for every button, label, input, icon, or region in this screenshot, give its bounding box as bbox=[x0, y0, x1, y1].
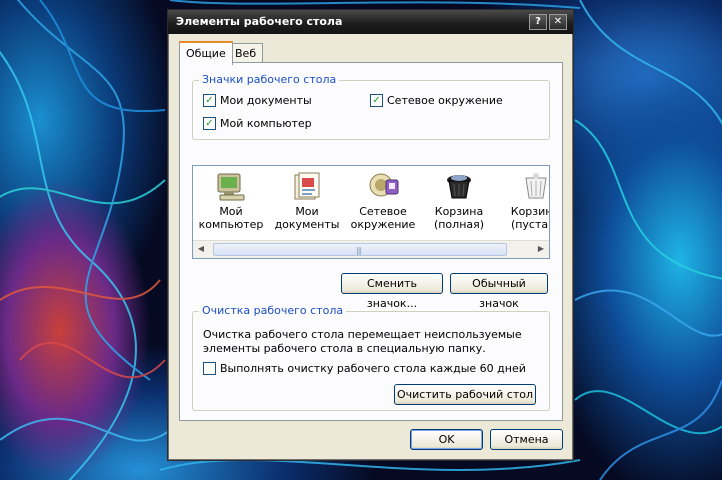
list-item-network[interactable]: Сетевое окружение bbox=[347, 170, 419, 231]
ok-button[interactable]: OK bbox=[410, 429, 483, 450]
desktop-icon-list[interactable]: Мой компьютер Мои документы Сетевое окру… bbox=[192, 165, 550, 259]
cancel-button[interactable]: Отмена bbox=[490, 429, 563, 450]
checkbox-network[interactable]: ✓ Сетевое окружение bbox=[370, 94, 503, 107]
checkbox-cleanup-label: Выполнять очистку рабочего стола каждые … bbox=[220, 362, 526, 375]
checkbox-my-documents-label: Мои документы bbox=[220, 94, 312, 107]
checkbox-my-computer-label: Мой компьютер bbox=[220, 117, 312, 130]
network-icon bbox=[369, 173, 399, 197]
close-button[interactable]: ✕ bbox=[549, 14, 567, 30]
checkbox-my-computer[interactable]: ✓ Мой компьютер bbox=[203, 117, 312, 130]
list-item-network-line2: окружение bbox=[350, 218, 416, 231]
list-item-recycle-bin-full-line2: (полная) bbox=[433, 218, 485, 231]
list-item-recycle-bin-empty-line2: (пустая) bbox=[510, 218, 549, 231]
desktop-cleanup-legend: Очистка рабочего стола bbox=[199, 304, 347, 317]
checkbox-cleanup-box[interactable]: ✓ bbox=[203, 362, 216, 375]
list-item-my-computer-line1: Мой bbox=[219, 205, 243, 218]
list-item-my-documents-line1: Мои bbox=[295, 205, 319, 218]
desktop-cleanup-group: Очистка рабочего стола Очистка рабочего … bbox=[192, 304, 550, 411]
scrollbar-grip-icon: ||| bbox=[356, 246, 362, 255]
desktop-icons-legend: Значки рабочего стола bbox=[199, 73, 340, 86]
horizontal-scrollbar[interactable]: ◀ ||| ▶ bbox=[193, 240, 549, 258]
tab-web[interactable]: Веб bbox=[228, 43, 264, 63]
checkbox-network-box[interactable]: ✓ bbox=[370, 94, 383, 107]
list-item-recycle-bin-empty[interactable]: Корзина (пустая) bbox=[499, 170, 549, 231]
tab-panel-general: Значки рабочего стола ✓ Мои документы ✓ … bbox=[179, 62, 563, 421]
my-documents-icon bbox=[294, 172, 320, 200]
desktop-icons-group: Значки рабочего стола ✓ Мои документы ✓ … bbox=[192, 73, 550, 140]
list-item-my-computer[interactable]: Мой компьютер bbox=[195, 170, 267, 231]
my-computer-icon bbox=[217, 173, 245, 201]
list-item-my-computer-line2: компьютер bbox=[198, 218, 264, 231]
list-item-recycle-bin-full-line1: Корзина bbox=[434, 205, 484, 218]
clean-desktop-button[interactable]: Очистить рабочий стол bbox=[394, 384, 536, 405]
help-button[interactable]: ? bbox=[529, 14, 547, 30]
list-item-recycle-bin-empty-line1: Корзина bbox=[510, 205, 549, 218]
scroll-left-icon[interactable]: ◀ bbox=[195, 243, 207, 255]
title-bar[interactable]: Элементы рабочего стола ? ✕ bbox=[168, 10, 573, 34]
desktop-items-dialog: Элементы рабочего стола ? ✕ Общие Веб Зн… bbox=[167, 9, 574, 461]
list-item-my-documents-line2: документы bbox=[274, 218, 340, 231]
recycle-bin-empty-icon bbox=[525, 173, 547, 199]
checkbox-cleanup-every-60-days[interactable]: ✓ Выполнять очистку рабочего стола кажды… bbox=[203, 362, 526, 375]
scrollbar-thumb[interactable]: ||| bbox=[213, 243, 507, 256]
list-item-my-documents[interactable]: Мои документы bbox=[271, 170, 343, 231]
scroll-right-icon[interactable]: ▶ bbox=[535, 243, 547, 255]
recycle-bin-full-icon bbox=[447, 175, 471, 199]
list-item-network-line1: Сетевое bbox=[359, 205, 407, 218]
checkbox-my-documents-box[interactable]: ✓ bbox=[203, 94, 216, 107]
desktop-cleanup-description: Очистка рабочего стола перемещает неиспо… bbox=[203, 328, 522, 355]
window-title: Элементы рабочего стола bbox=[176, 15, 343, 28]
checkbox-my-computer-box[interactable]: ✓ bbox=[203, 117, 216, 130]
default-icon-button[interactable]: Обычный значок bbox=[450, 273, 548, 310]
tab-general[interactable]: Общие bbox=[179, 41, 233, 65]
checkbox-network-label: Сетевое окружение bbox=[387, 94, 503, 107]
list-item-recycle-bin-full[interactable]: Корзина (полная) bbox=[423, 170, 495, 231]
change-icon-button[interactable]: Сменить значок... bbox=[341, 273, 443, 310]
checkbox-my-documents[interactable]: ✓ Мои документы bbox=[203, 94, 312, 107]
